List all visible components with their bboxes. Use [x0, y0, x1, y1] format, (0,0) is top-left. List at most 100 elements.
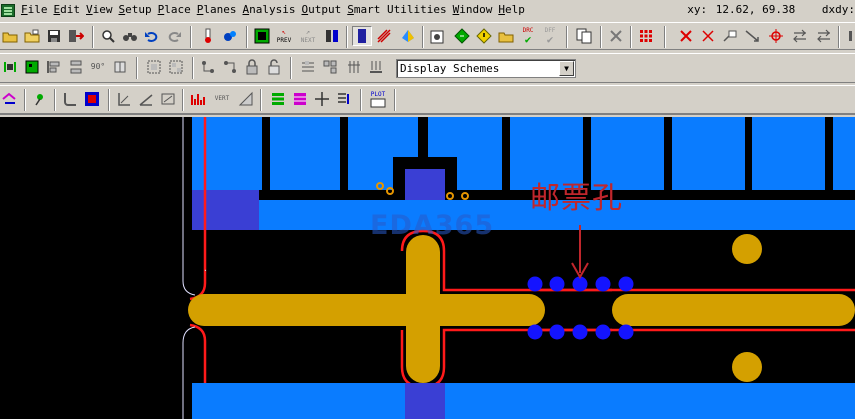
menu-window[interactable]: Window — [450, 0, 496, 20]
cross-probe-icon[interactable] — [312, 89, 332, 109]
dxdy-label: dxdy: — [821, 3, 855, 16]
top-left-pad[interactable] — [192, 190, 259, 230]
stack-icon[interactable] — [334, 89, 354, 109]
delete-icon[interactable] — [698, 26, 718, 46]
next-button[interactable]: ↗ NEXT — [298, 26, 318, 46]
angle-icon[interactable] — [136, 89, 156, 109]
layer-list-icon[interactable] — [268, 89, 288, 109]
properties-icon[interactable] — [428, 26, 448, 46]
top-copper-blocks — [192, 117, 855, 190]
corner-route-icon[interactable] — [60, 89, 80, 109]
3d-view-icon[interactable] — [398, 26, 418, 46]
display-schemes-select[interactable]: Display Schemes ▼ — [396, 59, 576, 78]
overflow-icon[interactable] — [842, 26, 855, 46]
new-file-icon[interactable] — [22, 26, 42, 46]
left-trace[interactable] — [188, 294, 545, 326]
report-folder-icon[interactable] — [496, 26, 516, 46]
component-pad — [405, 169, 445, 201]
dff-button[interactable]: DFF ✔ — [540, 26, 560, 46]
menu-view[interactable]: View — [83, 0, 116, 20]
align-left-icon[interactable] — [44, 57, 64, 77]
edit-toolbar: VERT PLOT — [0, 85, 855, 115]
drc-button[interactable]: DRC ✔ — [518, 26, 538, 46]
plot-label: PLOT — [370, 90, 386, 98]
color-drop-icon[interactable] — [220, 26, 240, 46]
prev-button[interactable]: ↖ PREV — [274, 26, 294, 46]
push-icon[interactable] — [366, 57, 386, 77]
save-icon[interactable] — [44, 26, 64, 46]
route-mode-icon[interactable] — [0, 89, 20, 109]
layer-bar-icon[interactable] — [352, 26, 372, 46]
display-schemes-value: Display Schemes — [400, 62, 500, 75]
undo-icon[interactable] — [142, 26, 162, 46]
green-diamond-icon[interactable] — [452, 26, 472, 46]
crosshair-icon[interactable] — [766, 26, 786, 46]
miter-icon[interactable] — [114, 89, 134, 109]
bottom-pad[interactable] — [405, 383, 445, 419]
cancel-icon[interactable] — [606, 26, 626, 46]
menu-setup[interactable]: Setup — [116, 0, 155, 20]
menu-place[interactable]: Place — [155, 0, 194, 20]
slide-icon[interactable] — [158, 89, 178, 109]
menu-help[interactable]: Help — [495, 0, 528, 20]
chevron-down-icon[interactable]: ▼ — [559, 61, 574, 76]
menu-smart-utilities[interactable]: Smart Utilities — [344, 0, 449, 20]
pad-route-icon[interactable] — [82, 89, 102, 109]
menu-analysis[interactable]: Analysis — [240, 0, 299, 20]
mounting-pad-top[interactable] — [732, 234, 762, 264]
net-join-icon[interactable] — [198, 57, 218, 77]
layer-pair-icon[interactable] — [322, 26, 342, 46]
app-icon[interactable] — [1, 3, 15, 17]
copy-icon[interactable] — [574, 26, 594, 46]
array-icon[interactable] — [344, 57, 364, 77]
spread-icon[interactable] — [298, 57, 318, 77]
bottom-copper-strip — [192, 383, 855, 419]
menu-planes[interactable]: Planes — [194, 0, 240, 20]
length-chart-icon[interactable] — [188, 89, 208, 109]
redo-icon[interactable] — [164, 26, 184, 46]
vertical-trace[interactable] — [406, 235, 440, 383]
net-split-icon[interactable] — [220, 57, 240, 77]
group-icon[interactable] — [144, 57, 164, 77]
pcb-canvas[interactable]: . EDA365 邮票孔 — [0, 117, 855, 419]
grid-icon[interactable] — [636, 26, 656, 46]
lock-icon[interactable] — [242, 57, 262, 77]
right-trace[interactable] — [612, 294, 855, 326]
distribute-icon[interactable] — [66, 57, 86, 77]
stamp-hole-annotation: 邮票孔 — [530, 181, 623, 216]
swap-pins-icon[interactable] — [814, 26, 834, 46]
find-icon[interactable] — [98, 26, 118, 46]
menu-edit[interactable]: Edit — [51, 0, 84, 20]
mounting-pad-bottom[interactable] — [732, 352, 762, 382]
coordinate-readout: xy: 12.62, 69.38 dxdy: — [685, 0, 855, 20]
cluster-icon[interactable] — [320, 57, 340, 77]
next-label: NEXT — [300, 37, 316, 44]
board-outline-icon[interactable] — [252, 26, 272, 46]
pcb-layout: . — [182, 117, 855, 419]
route-icon[interactable] — [374, 26, 394, 46]
rotate-90-icon[interactable]: 90° — [88, 57, 108, 77]
exit-icon[interactable] — [66, 26, 86, 46]
unroute-icon[interactable] — [676, 26, 696, 46]
thermometer-icon[interactable] — [198, 26, 218, 46]
vertex-icon[interactable]: VERT — [212, 89, 232, 109]
layer-color-icon[interactable] — [290, 89, 310, 109]
binoculars-icon[interactable] — [120, 26, 140, 46]
component-icon[interactable] — [0, 57, 20, 77]
via-place-icon[interactable] — [30, 89, 50, 109]
chip-icon[interactable] — [22, 57, 42, 77]
xy-label: xy: — [687, 3, 708, 16]
open-folder-icon[interactable] — [0, 26, 20, 46]
plot-button[interactable]: PLOT — [366, 89, 390, 109]
stretch-icon[interactable] — [742, 26, 762, 46]
ungroup-icon[interactable] — [166, 57, 186, 77]
menu-file[interactable]: File — [18, 0, 51, 20]
display-toolbar: 90° Display Schemes ▼ — [0, 53, 855, 83]
menu-output[interactable]: Output — [298, 0, 344, 20]
mirror-icon[interactable] — [110, 57, 130, 77]
swap-icon[interactable] — [790, 26, 810, 46]
yellow-diamond-icon[interactable] — [474, 26, 494, 46]
unlock-icon[interactable] — [264, 57, 284, 77]
select-mode-icon[interactable] — [720, 26, 740, 46]
shape-icon[interactable] — [236, 89, 256, 109]
